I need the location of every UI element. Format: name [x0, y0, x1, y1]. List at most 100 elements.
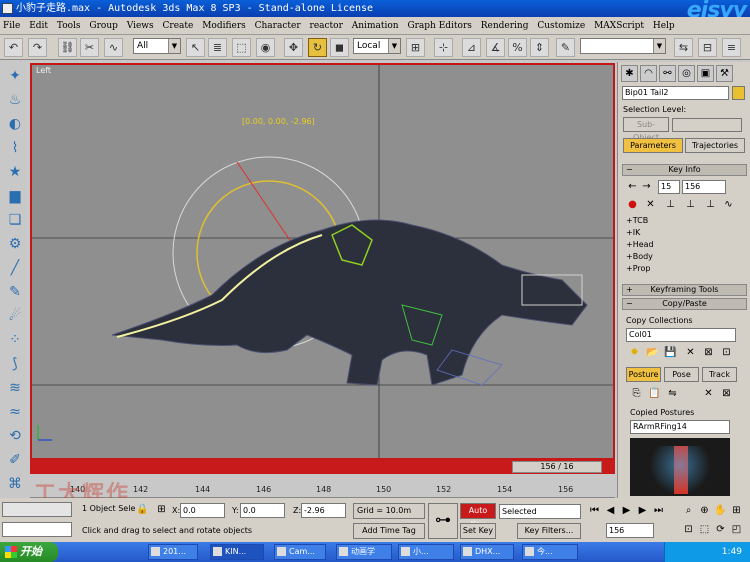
menu-customize[interactable]: Customize [534, 17, 588, 35]
rotate-icon[interactable]: ↻ [308, 38, 327, 57]
prev-key-icon[interactable]: ← [626, 180, 639, 193]
key-icon[interactable]: ⊶ [428, 503, 458, 539]
rollout-prop[interactable]: +Prop [626, 264, 650, 273]
key-filters-button[interactable]: Key Filters... [517, 523, 581, 539]
rect-selection-icon[interactable]: ⬚ [232, 38, 251, 57]
modify-tab-icon[interactable]: ◠ [640, 65, 657, 82]
task-item[interactable]: KIN... [210, 544, 264, 560]
spinner-snap-icon[interactable]: ⇕ [530, 38, 549, 57]
snap-icon[interactable]: ⊿ [462, 38, 481, 57]
undo-icon[interactable]: ↶ [4, 38, 23, 57]
sub-object-dropdown[interactable] [672, 118, 742, 132]
cloth-icon[interactable]: ≈ [5, 402, 25, 422]
brush-icon[interactable]: ✎ [5, 282, 25, 302]
mirror-icon[interactable]: ⇆ [674, 38, 693, 57]
set-key-button[interactable]: Set Key [460, 523, 496, 539]
copied-posture-dropdown[interactable]: RArmRFing14 [630, 420, 730, 434]
set-key-icon[interactable]: ● [626, 198, 639, 211]
start-button[interactable]: 开始 [0, 542, 58, 562]
menu-animation[interactable]: Animation [349, 17, 402, 35]
sub-object-button[interactable]: Sub-Object [623, 117, 669, 142]
viewport-left[interactable]: Left [0.00, 0.00, -2.96] [30, 63, 615, 460]
sliding-key-icon[interactable]: ⊥ [684, 198, 697, 211]
delete-collection-icon[interactable]: ✕ [684, 346, 697, 359]
menu-file[interactable]: File [0, 17, 23, 35]
absolute-mode-icon[interactable]: ⊞ [155, 503, 168, 516]
key-mode-dropdown[interactable]: Selected [499, 504, 581, 519]
arc-rotate-icon[interactable]: ⟳ [714, 523, 727, 536]
free-key-icon[interactable]: ⊥ [704, 198, 717, 211]
zoom-all-icon[interactable]: ⊕ [698, 504, 711, 517]
window-crossing-icon[interactable]: ◉ [256, 38, 275, 57]
next-key-icon[interactable]: → [640, 180, 653, 193]
max-load-icon[interactable]: ⊡ [720, 346, 733, 359]
menu-graph-editors[interactable]: Graph Editors [404, 17, 474, 35]
menu-help[interactable]: Help [650, 17, 678, 35]
link-icon[interactable]: ⛓ [58, 38, 77, 57]
maxscript-listener-mini[interactable] [2, 502, 72, 517]
tube-icon[interactable]: ╱ [5, 258, 25, 278]
rollout-tcb[interactable]: +TCB [626, 216, 648, 225]
move-icon[interactable]: ✥ [284, 38, 303, 57]
redo-icon[interactable]: ↷ [28, 38, 47, 57]
orbit-icon[interactable]: ⟲ [5, 426, 25, 446]
select-by-name-icon[interactable]: ≣ [208, 38, 227, 57]
align-icon[interactable]: ⊟ [698, 38, 717, 57]
goto-start-icon[interactable]: ⏮ [588, 504, 601, 517]
select-manipulate-icon[interactable]: ⊹ [434, 38, 453, 57]
task-item[interactable]: DHX... [460, 544, 514, 560]
lock-selection-icon[interactable]: 🔒 [136, 503, 149, 516]
percent-snap-icon[interactable]: % [508, 38, 527, 57]
shape-icon[interactable]: ⌇ [5, 138, 25, 158]
paste-posture-icon[interactable]: 📋 [648, 387, 661, 400]
layer-manager-icon[interactable]: ≡ [722, 38, 741, 57]
bind-space-warp-icon[interactable]: ∿ [104, 38, 123, 57]
current-frame-field[interactable]: 156 [606, 523, 654, 538]
menu-tools[interactable]: Tools [54, 17, 84, 35]
frame-indicator[interactable]: 156 / 16 [512, 461, 602, 473]
key-index-field[interactable]: 15 [658, 180, 680, 194]
angle-snap-icon[interactable]: ∡ [486, 38, 505, 57]
object-color-swatch[interactable] [732, 86, 745, 100]
delete-key-icon[interactable]: ✕ [644, 198, 657, 211]
play-icon[interactable]: ▶ [620, 504, 633, 517]
tab-parameters[interactable]: Parameters [623, 138, 683, 153]
camera-icon[interactable]: ▆ [5, 186, 25, 206]
sphere-icon[interactable]: ◐ [5, 114, 25, 134]
menu-modifiers[interactable]: Modifiers [199, 17, 249, 35]
rollout-ik[interactable]: +IK [626, 228, 640, 237]
delete-all-icon[interactable]: ⊠ [702, 346, 715, 359]
prev-frame-icon[interactable]: ◀ [604, 504, 617, 517]
collection-dropdown[interactable]: Col01 [626, 328, 736, 342]
rollout-body[interactable]: +Body [626, 252, 653, 261]
unlink-icon[interactable]: ✂ [80, 38, 99, 57]
light-icon[interactable]: ☄ [5, 306, 25, 326]
select-object-icon[interactable]: ↖ [186, 38, 205, 57]
panther-body[interactable] [111, 219, 588, 386]
task-item[interactable]: 201... [148, 544, 198, 560]
region-zoom-icon[interactable]: ⬚ [698, 523, 711, 536]
bone-icon[interactable]: ✦ [5, 66, 25, 86]
app-icon[interactable] [2, 3, 13, 14]
task-item[interactable]: 小... [398, 544, 454, 560]
task-item[interactable]: 今... [522, 544, 578, 560]
zoom-icon[interactable]: ⌕ [682, 504, 695, 517]
wave-icon[interactable]: ≋ [5, 378, 25, 398]
spline-icon[interactable]: ⟆ [5, 354, 25, 374]
delete-all-postures-icon[interactable]: ⊠ [720, 387, 733, 400]
task-item[interactable]: Cam... [274, 544, 326, 560]
paste-opposite-icon[interactable]: ⇋ [666, 387, 679, 400]
new-collection-icon[interactable]: ✹ [628, 346, 641, 359]
trajectory-curve-icon[interactable]: ∿ [722, 198, 735, 211]
paint-icon[interactable]: ✐ [5, 450, 25, 470]
menu-maxscript[interactable]: MAXScript [591, 17, 647, 35]
reference-coord-dropdown[interactable]: Local ▼ [353, 38, 401, 54]
key-frame-field[interactable]: 156 [682, 180, 726, 194]
delete-posture-icon[interactable]: ✕ [702, 387, 715, 400]
menu-create[interactable]: Create [160, 17, 197, 35]
copy-paste-rollout[interactable]: − Copy/Paste [622, 298, 747, 310]
menu-character[interactable]: Character [252, 17, 304, 35]
y-coordinate-field[interactable]: 0.0 [240, 503, 285, 518]
edit-named-selection-icon[interactable]: ✎ [556, 38, 575, 57]
planted-key-icon[interactable]: ⊥ [664, 198, 677, 211]
